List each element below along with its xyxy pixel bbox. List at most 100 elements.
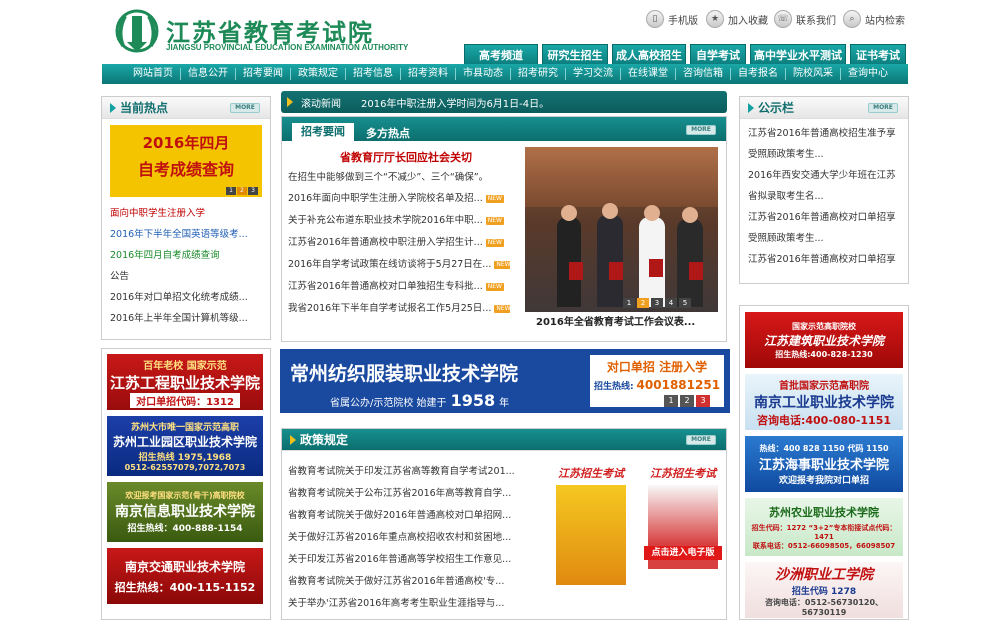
news-photo[interactable]: 1 2 3 4 5: [525, 147, 718, 312]
list-item[interactable]: 2016年对口单招文化统考成绩...: [102, 287, 270, 308]
photo-caption[interactable]: 2016年全省教育考试工作会议表...: [536, 313, 695, 328]
list-item[interactable]: 省拟录取考生名...: [740, 186, 908, 207]
photo-pager-item[interactable]: 2: [637, 298, 649, 308]
ad-jiangsu-maritime[interactable]: 热线：400 828 1150 代码 1150 江苏海事职业技术学院 欢迎报考我…: [745, 436, 903, 492]
ad-pager-item[interactable]: 2: [680, 395, 694, 407]
tab-gaokao[interactable]: 高考频道: [464, 44, 538, 64]
nav-item[interactable]: 招考信息: [346, 68, 401, 80]
contact-link[interactable]: ☏ 联系我们: [774, 10, 836, 28]
logo-emblem: [113, 6, 161, 56]
notice-title: 公示栏: [758, 101, 795, 115]
nav-item[interactable]: 市县动态: [456, 68, 511, 80]
magazine-cover-2[interactable]: 江苏招生考试: [642, 465, 724, 593]
nav-item[interactable]: 学习交流: [566, 68, 621, 80]
news-more-button[interactable]: MORE: [686, 125, 716, 135]
list-item[interactable]: 关于印发江苏省2016年普通高等学校招生工作意见...: [280, 549, 520, 571]
news-headline[interactable]: 省教育厅厅长回应社会关切: [340, 149, 472, 165]
notice-more-button[interactable]: MORE: [868, 103, 898, 113]
list-item[interactable]: 江苏省2016年普通高校对口单招享: [740, 249, 908, 270]
nav-item[interactable]: 招考研究: [511, 68, 566, 80]
list-item[interactable]: 关于举办'江苏省2016年高考考生职业生涯指导与...: [280, 593, 520, 615]
list-item[interactable]: 2016年面向中职学生注册入学院校名单及招... NEW: [280, 188, 510, 210]
news-panel: 招考要闻 多方热点 MORE 省教育厅厅长回应社会关切 在招生中能够做到三个“不…: [281, 116, 727, 342]
photo-pager-item[interactable]: 5: [679, 298, 691, 308]
ad-suzhou-agriculture[interactable]: 苏州农业职业技术学院 招生代码：1272 “3+2”专本衔接试点代码：1471 …: [745, 498, 903, 556]
list-item[interactable]: 2016年四月自考成绩查询: [102, 245, 270, 266]
tab-academic-test[interactable]: 高中学业水平测试: [750, 44, 846, 64]
scroll-text[interactable]: 2016年中职注册入学时间为6月1日-4日。: [361, 95, 549, 110]
ad-jiangsu-architecture[interactable]: 国家示范高职院校 江苏建筑职业技术学院 招生热线:400-828-1230: [745, 312, 903, 368]
news-item-text: 2016年自学考试政策在线访谈将于5月27日在...: [288, 259, 492, 270]
nav-item[interactable]: 信息公开: [181, 68, 236, 80]
list-item[interactable]: 我省2016年下半年自学考试报名工作5月25日... NEW: [280, 298, 510, 320]
tab-self-exam[interactable]: 自学考试: [690, 44, 746, 64]
tab-adult[interactable]: 成人高校招生: [612, 44, 686, 64]
ad-name: 江苏建筑职业技术学院: [763, 333, 884, 348]
list-item[interactable]: 江苏省2016年普通高校招生准予享: [740, 123, 908, 144]
nav-item[interactable]: 自考报名: [731, 68, 786, 80]
nav-item[interactable]: 政策规定: [291, 68, 346, 80]
list-item[interactable]: 江苏省2016年普通高校对口单招享: [740, 207, 908, 228]
list-item[interactable]: 面向中职学生注册入学: [102, 203, 270, 224]
list-item[interactable]: 受照顾政策考生...: [740, 228, 908, 249]
nav-item[interactable]: 招考要闻: [236, 68, 291, 80]
tab-certificate[interactable]: 证书考试: [850, 44, 906, 64]
favorite-link[interactable]: ★ 加入收藏: [706, 10, 768, 28]
list-item[interactable]: 2016年下半年全国英语等级考...: [102, 224, 270, 245]
list-item[interactable]: 江苏省2016年普通高校对口单独招生专科批... NEW: [280, 276, 510, 298]
ad-name: 江苏海事职业技术学院: [758, 457, 889, 473]
hot-pager-item[interactable]: 2: [237, 187, 247, 195]
photo-pager-item[interactable]: 1: [623, 298, 635, 308]
ad-shazhou[interactable]: 沙洲职业工学院 招生代码 1278 咨询电话：0512-56730120、567…: [745, 562, 903, 618]
list-item[interactable]: 省教育考试院关于做好2016年普通高校对口单招网...: [280, 505, 520, 527]
arrow-icon: [748, 102, 754, 113]
nav-item[interactable]: 在线课堂: [621, 68, 676, 80]
ad-footer: 招生热线：400-888-1154: [127, 524, 243, 534]
policy-more-button[interactable]: MORE: [686, 435, 716, 445]
ad-pager-item[interactable]: 3: [696, 395, 710, 407]
ad-jiangsu-engineering[interactable]: 百年老校 国家示范 江苏工程职业技术学院 对口单招代码：1312: [107, 354, 263, 410]
list-item[interactable]: 2016年上半年全国计算机等级...: [102, 308, 270, 329]
nav-item[interactable]: 院校风采: [786, 68, 841, 80]
ad-year: 1958: [450, 391, 496, 410]
hot-banner[interactable]: 2016年四月 自考成绩查询 1 2 3: [110, 125, 262, 197]
tab-postgrad[interactable]: 研究生招生: [542, 44, 608, 64]
tab-news[interactable]: 招考要闻: [292, 123, 354, 141]
nav-item[interactable]: 查询中心: [841, 68, 895, 80]
list-item[interactable]: 2016年自学考试政策在线访谈将于5月27日在... NEW: [280, 254, 510, 276]
photo-pager-item[interactable]: 3: [651, 298, 663, 308]
list-item[interactable]: 受照顾政策考生...: [740, 144, 908, 165]
tab-hotspot[interactable]: 多方热点: [366, 125, 410, 141]
magazine-cover-1[interactable]: 江苏招生考试: [550, 465, 632, 593]
ad-nanjing-info[interactable]: 欢迎报考国家示范(骨干)高职院校 南京信息职业技术学院 招生热线：400-888…: [107, 482, 263, 542]
ad-changzhou-textile[interactable]: 常州纺织服装职业技术学院 省属公办/示范院校 始建于 1958 年 对口单招 注…: [280, 349, 730, 413]
nav-item[interactable]: 网站首页: [126, 68, 181, 80]
ad-nanjing-traffic[interactable]: 南京交通职业技术学院 招生热线：400-115-1152: [107, 548, 263, 604]
scroll-news-bar: 滚动新闻 2016年中职注册入学时间为6月1日-4日。: [281, 91, 727, 113]
nav-item[interactable]: 招考资料: [401, 68, 456, 80]
list-item[interactable]: 省教育考试院关于印发江苏省高等教育自学考试201...: [280, 461, 520, 483]
list-item[interactable]: 关于做好江苏省2016年重点高校招收农村和贫困地...: [280, 527, 520, 549]
hot-pager-item[interactable]: 1: [226, 187, 236, 195]
list-item[interactable]: 江苏省2016年普通高校中职注册入学招生计... NEW: [280, 232, 510, 254]
list-item[interactable]: 公告: [102, 266, 270, 287]
mobile-link[interactable]: ▯ 手机版: [646, 10, 698, 28]
ad-pager-item[interactable]: 1: [664, 395, 678, 407]
list-item[interactable]: 省教育考试院关于做好江苏省2016年普通高校'专...: [280, 571, 520, 593]
list-item[interactable]: 2016年西安交通大学少年班在江苏: [740, 165, 908, 186]
hot-pager-item[interactable]: 3: [248, 187, 258, 195]
photo-pager-item[interactable]: 4: [665, 298, 677, 308]
hot-banner-line1: 2016年四月: [142, 134, 230, 152]
nav-item[interactable]: 咨询信箱: [676, 68, 731, 80]
ad-suzhou-sip[interactable]: 苏州大市唯一国家示范高职 苏州工业园区职业技术学院 招生热线 1975,1968…: [107, 416, 263, 476]
e-magazine-button[interactable]: 点击进入电子版: [644, 546, 722, 560]
ad-nanjing-industry[interactable]: 首批国家示范高职院 南京工业职业技术学院 咨询电话:400-080-1151: [745, 374, 903, 430]
policy-title: 政策规定: [300, 433, 349, 447]
ad-name: 苏州农业职业技术学院: [769, 505, 879, 519]
news-item-text: 2016年面向中职学生注册入学院校名单及招...: [288, 193, 483, 204]
list-item[interactable]: 关于补充公布道东职业技术学院2016年中职... NEW: [280, 210, 510, 232]
notice-header: 公示栏 MORE: [740, 97, 908, 119]
list-item[interactable]: 省教育考试院关于公布江苏省2016年高等教育自学...: [280, 483, 520, 505]
hot-more-button[interactable]: MORE: [230, 103, 260, 113]
site-search-link[interactable]: ⌕ 站内检索: [843, 10, 905, 28]
